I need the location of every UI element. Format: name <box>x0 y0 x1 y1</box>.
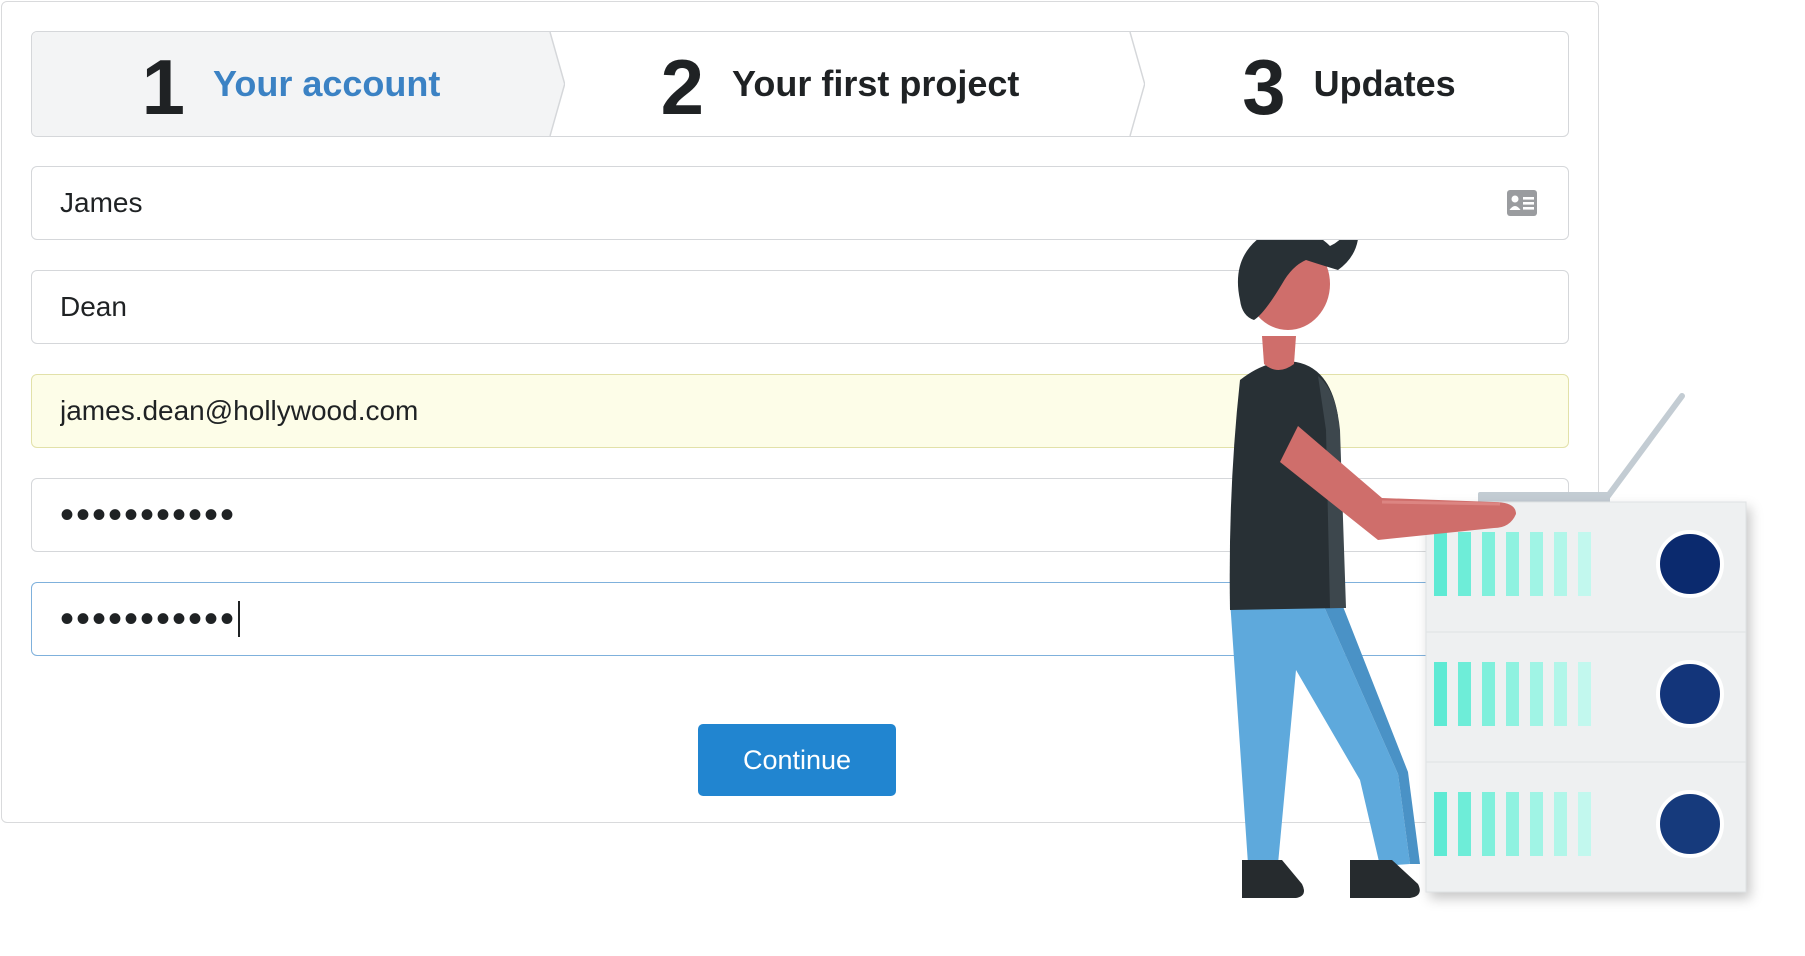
server-light-bar <box>1434 532 1447 596</box>
step-label: Your first project <box>732 63 1020 104</box>
laptop-icon <box>1478 393 1685 504</box>
first-name-input[interactable] <box>60 187 1260 219</box>
step-your-first-project[interactable]: 2 Your first project <box>550 32 1130 136</box>
step-number: 3 <box>1242 43 1286 131</box>
server-light-bar <box>1482 532 1495 596</box>
continue-button[interactable]: Continue <box>698 724 896 796</box>
server-light-bar <box>1458 792 1471 856</box>
server-light-bar <box>1554 662 1567 726</box>
server-light-bar <box>1578 662 1591 726</box>
password-value[interactable]: ••••••••••• <box>60 495 236 535</box>
text-cursor <box>238 601 241 637</box>
server-light-bar <box>1458 532 1471 596</box>
server-light-bar <box>1506 662 1519 726</box>
step-progress: 1 Your account 2 Your first project 3 Up… <box>31 31 1569 137</box>
contact-card-icon <box>1507 190 1537 216</box>
last-name-input[interactable] <box>60 291 1260 323</box>
step-number: 2 <box>660 43 704 131</box>
person-with-server-illustration <box>1229 240 1747 898</box>
step-your-account[interactable]: 1 Your account <box>32 32 550 136</box>
server-light-bar <box>1458 662 1471 726</box>
server-light-bar <box>1530 532 1543 596</box>
server-light-bar <box>1530 792 1543 856</box>
step-label: Your account <box>213 63 441 104</box>
server-light-bar <box>1506 792 1519 856</box>
confirm-password-value[interactable]: ••••••••••• <box>60 599 236 639</box>
server-light-bar <box>1434 792 1447 856</box>
server-light-bar <box>1530 662 1543 726</box>
step-number: 1 <box>141 43 186 131</box>
step-label: Updates <box>1313 63 1456 104</box>
first-name-field[interactable] <box>31 166 1569 240</box>
step-updates[interactable]: 3 Updates <box>1130 32 1568 136</box>
server-light-bar <box>1482 662 1495 726</box>
server-light-bar <box>1506 532 1519 596</box>
server-light-bar <box>1554 792 1567 856</box>
server-light-bar <box>1482 792 1495 856</box>
email-input[interactable] <box>60 395 1260 427</box>
server-light-bar <box>1578 792 1591 856</box>
server-status-dots <box>1656 530 1724 858</box>
server-light-bar <box>1434 662 1447 726</box>
server-light-bar <box>1554 532 1567 596</box>
server-light-bar <box>1578 532 1591 596</box>
